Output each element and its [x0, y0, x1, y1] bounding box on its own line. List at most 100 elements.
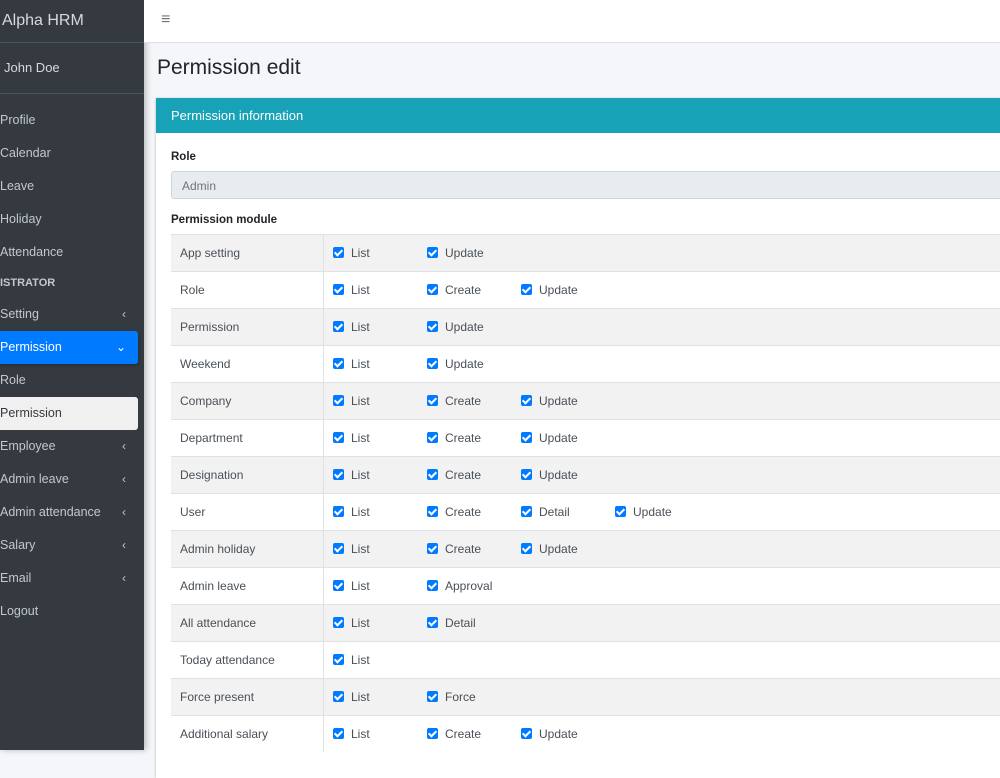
checkbox-checked-icon[interactable]: [333, 469, 344, 480]
permission-checkbox-update[interactable]: Update: [521, 727, 615, 741]
sidebar-item-role[interactable]: Role: [0, 364, 138, 397]
checkbox-checked-icon[interactable]: [427, 358, 438, 369]
checkbox-checked-icon[interactable]: [521, 432, 532, 443]
permission-checkbox-create[interactable]: Create: [427, 505, 521, 519]
permission-checkbox-list[interactable]: List: [333, 542, 427, 556]
permission-checkbox-create[interactable]: Create: [427, 394, 521, 408]
checkbox-checked-icon[interactable]: [427, 617, 438, 628]
checkbox-checked-icon[interactable]: [333, 728, 344, 739]
checkbox-checked-icon[interactable]: [427, 580, 438, 591]
permission-label: List: [351, 357, 370, 371]
checkbox-checked-icon[interactable]: [521, 506, 532, 517]
sidebar-item-label: Employee: [0, 439, 56, 453]
checkbox-checked-icon[interactable]: [333, 358, 344, 369]
checkbox-checked-icon[interactable]: [333, 580, 344, 591]
permission-label: List: [351, 579, 370, 593]
module-name: Admin leave: [171, 568, 324, 605]
permission-checkbox-update[interactable]: Update: [521, 394, 615, 408]
permission-label: List: [351, 690, 370, 704]
sidebar-item-holiday[interactable]: Holiday: [0, 203, 138, 236]
checkbox-checked-icon[interactable]: [615, 506, 626, 517]
checkbox-checked-icon[interactable]: [333, 654, 344, 665]
sidebar-item-attendance[interactable]: Attendance: [0, 236, 138, 269]
module-permissions: ListUpdate: [324, 309, 1000, 346]
sidebar-item-email[interactable]: Email‹: [0, 562, 138, 595]
checkbox-checked-icon[interactable]: [427, 395, 438, 406]
permission-checkbox-create[interactable]: Create: [427, 468, 521, 482]
permission-checkbox-create[interactable]: Create: [427, 542, 521, 556]
permission-checkbox-list[interactable]: List: [333, 653, 427, 667]
permission-checkbox-update[interactable]: Update: [427, 246, 521, 260]
permission-checkbox-update[interactable]: Update: [521, 542, 615, 556]
permission-checkbox-create[interactable]: Create: [427, 283, 521, 297]
sidebar-item-permission[interactable]: Permission⌄: [0, 331, 138, 364]
sidebar-item-salary[interactable]: Salary‹: [0, 529, 138, 562]
brand-name[interactable]: Alpha HRM: [0, 0, 144, 43]
checkbox-checked-icon[interactable]: [427, 469, 438, 480]
permission-checkbox-update[interactable]: Update: [427, 320, 521, 334]
checkbox-checked-icon[interactable]: [427, 506, 438, 517]
permission-checkbox-list[interactable]: List: [333, 690, 427, 704]
permission-checkbox-list[interactable]: List: [333, 727, 427, 741]
permission-label: List: [351, 431, 370, 445]
sidebar-item-admin-leave[interactable]: Admin leave‹: [0, 463, 138, 496]
permission-checkbox-detail[interactable]: Detail: [521, 505, 615, 519]
checkbox-checked-icon[interactable]: [333, 543, 344, 554]
module-name: Force present: [171, 679, 324, 716]
permission-checkbox-list[interactable]: List: [333, 616, 427, 630]
sidebar-item-employee[interactable]: Employee‹: [0, 430, 138, 463]
checkbox-checked-icon[interactable]: [521, 728, 532, 739]
sidebar-item-calendar[interactable]: Calendar: [0, 137, 138, 170]
permission-checkbox-list[interactable]: List: [333, 431, 427, 445]
sidebar-item-profile[interactable]: Profile: [0, 104, 138, 137]
permission-checkbox-detail[interactable]: Detail: [427, 616, 521, 630]
user-name[interactable]: John Doe: [0, 43, 144, 94]
checkbox-checked-icon[interactable]: [427, 432, 438, 443]
permission-checkbox-update[interactable]: Update: [521, 283, 615, 297]
permission-checkbox-list[interactable]: List: [333, 394, 427, 408]
permission-checkbox-update[interactable]: Update: [521, 468, 615, 482]
permission-checkbox-list[interactable]: List: [333, 357, 427, 371]
checkbox-checked-icon[interactable]: [427, 247, 438, 258]
checkbox-checked-icon[interactable]: [333, 432, 344, 443]
permission-checkbox-update[interactable]: Update: [427, 357, 521, 371]
permission-checkbox-update[interactable]: Update: [615, 505, 709, 519]
permission-checkbox-update[interactable]: Update: [521, 431, 615, 445]
checkbox-checked-icon[interactable]: [427, 691, 438, 702]
checkbox-checked-icon[interactable]: [333, 395, 344, 406]
menu-toggle-icon[interactable]: ≡: [161, 11, 170, 29]
checkbox-checked-icon[interactable]: [333, 617, 344, 628]
module-permissions: ListCreateDetailUpdate: [324, 494, 1000, 531]
permission-checkbox-list[interactable]: List: [333, 579, 427, 593]
checkbox-checked-icon[interactable]: [333, 321, 344, 332]
permission-checkbox-approval[interactable]: Approval: [427, 579, 521, 593]
permission-checkbox-list[interactable]: List: [333, 320, 427, 334]
sidebar-item-admin-attendance[interactable]: Admin attendance‹: [0, 496, 138, 529]
sidebar-item-permission[interactable]: Permission: [0, 397, 138, 430]
checkbox-checked-icon[interactable]: [427, 543, 438, 554]
sidebar-item-leave[interactable]: Leave: [0, 170, 138, 203]
checkbox-checked-icon[interactable]: [333, 284, 344, 295]
permission-checkbox-create[interactable]: Create: [427, 431, 521, 445]
module-permissions: ListDetail: [324, 605, 1000, 642]
checkbox-checked-icon[interactable]: [333, 506, 344, 517]
checkbox-checked-icon[interactable]: [333, 247, 344, 258]
checkbox-checked-icon[interactable]: [427, 321, 438, 332]
sidebar-item-logout[interactable]: Logout: [0, 595, 138, 628]
module-permissions: List Approval: [324, 568, 1000, 605]
permission-checkbox-list[interactable]: List: [333, 468, 427, 482]
permission-checkbox-list[interactable]: List: [333, 246, 427, 260]
permission-checkbox-list[interactable]: List: [333, 283, 427, 297]
checkbox-checked-icon[interactable]: [521, 395, 532, 406]
checkbox-checked-icon[interactable]: [521, 469, 532, 480]
permission-checkbox-list[interactable]: List: [333, 505, 427, 519]
checkbox-checked-icon[interactable]: [427, 728, 438, 739]
checkbox-checked-icon[interactable]: [521, 543, 532, 554]
permission-checkbox-create[interactable]: Create: [427, 727, 521, 741]
sidebar-item-setting[interactable]: Setting‹: [0, 298, 138, 331]
permission-checkbox-force[interactable]: Force: [427, 690, 521, 704]
table-row: RoleListCreateUpdate: [171, 272, 1000, 309]
checkbox-checked-icon[interactable]: [521, 284, 532, 295]
checkbox-checked-icon[interactable]: [333, 691, 344, 702]
checkbox-checked-icon[interactable]: [427, 284, 438, 295]
